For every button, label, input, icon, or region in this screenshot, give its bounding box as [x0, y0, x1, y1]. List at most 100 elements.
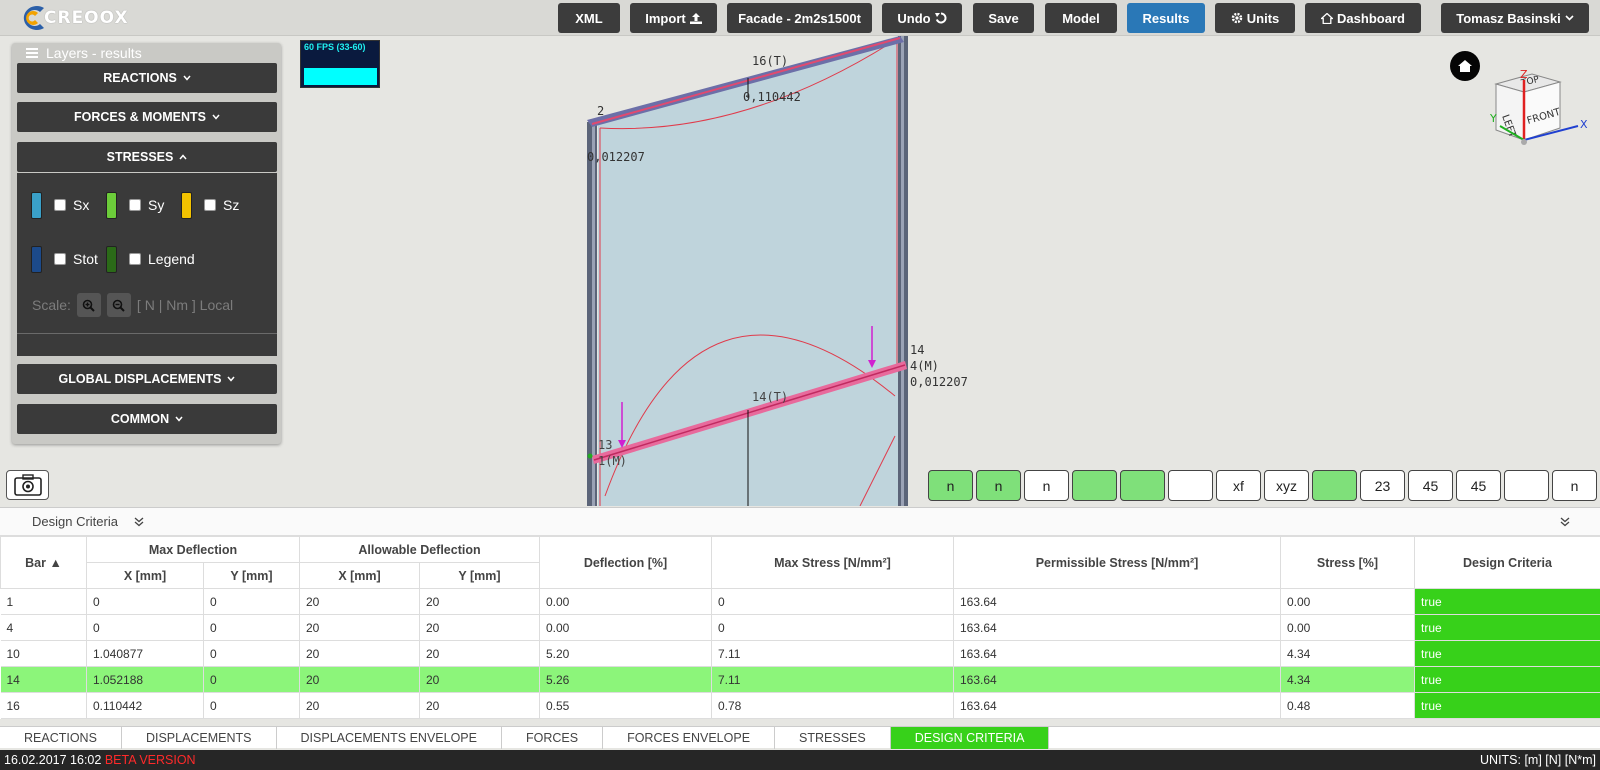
view-cube[interactable]: TOP LEFT FRONT X Y Z: [1490, 66, 1590, 156]
model-label-bar14: 14(T): [752, 390, 789, 404]
col-max-def-x[interactable]: X [mm]: [86, 562, 204, 589]
sx-checkbox[interactable]: [54, 199, 66, 211]
table-row[interactable]: 16 0.110442 0 20 20 0.55 0.78 163.64 0.48 true: [0, 692, 1600, 719]
sy-checkbox[interactable]: [129, 199, 141, 211]
tab-forces[interactable]: FORCES: [502, 727, 604, 749]
legend-label: Legend: [148, 251, 195, 267]
tab-displacements[interactable]: DISPLACEMENTS: [122, 727, 277, 749]
model-label: Model: [1062, 10, 1100, 26]
save-button[interactable]: Save: [973, 3, 1034, 33]
user-menu-button[interactable]: Tomasz Basinski: [1441, 3, 1589, 33]
load-values-icon: 23: [1374, 477, 1391, 494]
bar-numbers-toggle[interactable]: n: [976, 470, 1021, 501]
results-button[interactable]: Results: [1127, 3, 1205, 33]
stot-color-swatch: [31, 246, 42, 273]
expand-panel-icon[interactable]: [1560, 517, 1570, 527]
table-row[interactable]: 1 0 0 20 20 0.00 0 163.64 0.00 true: [0, 588, 1600, 615]
table-cell: 0.48: [1280, 692, 1415, 719]
model-label-node13: 13: [598, 438, 613, 452]
dashboard-button[interactable]: Dashboard: [1305, 3, 1421, 33]
axis-x-label: X: [1580, 118, 1588, 131]
plate-numbers-toggle[interactable]: n: [1024, 470, 1069, 501]
sz-checkbox[interactable]: [204, 199, 216, 211]
scale-units-hint: [ N | Nm ] Local: [136, 297, 234, 313]
plates-toggle[interactable]: [1072, 470, 1117, 501]
col-design-criteria[interactable]: Design Criteria: [1414, 536, 1600, 589]
tab-forces-envelope[interactable]: FORCES ENVELOPE: [603, 727, 776, 749]
model-label-node2: 2: [597, 104, 605, 118]
section-stresses[interactable]: STRESSES: [17, 142, 277, 172]
section-forces-moments[interactable]: FORCES & MOMENTS: [17, 102, 277, 132]
plate-numbers-icon: n: [1042, 477, 1051, 494]
reset-view-button[interactable]: [1450, 51, 1480, 81]
table-cell: 163.64: [953, 666, 1281, 693]
tab-displacements-envelope[interactable]: DISPLACEMENTS ENVELOPE: [277, 727, 502, 749]
support-numbers-toggle[interactable]: n: [1552, 470, 1597, 501]
dashboard-label: Dashboard: [1337, 10, 1405, 26]
col-deflection-pct[interactable]: Deflection [%]: [539, 536, 712, 589]
screenshot-button[interactable]: [6, 470, 49, 500]
section-reactions-label: REACTIONS: [103, 71, 177, 85]
loads-toggle[interactable]: [1312, 470, 1357, 501]
logo-icon: [23, 5, 44, 30]
section-reactions[interactable]: REACTIONS: [17, 63, 277, 93]
sy-color-swatch: [106, 192, 117, 219]
col-allow-def-y[interactable]: Y [mm]: [419, 562, 540, 589]
node-numbers-toggle[interactable]: n: [928, 470, 973, 501]
scale-row: Scale: [ N | Nm ] Local: [32, 293, 233, 317]
table-cell: 1: [0, 588, 87, 615]
zoom-out-button[interactable]: [106, 293, 131, 317]
table-cell: 20: [419, 588, 540, 615]
stresses-divider: [17, 333, 277, 334]
table-cell: true: [1414, 614, 1600, 641]
chevron-down-icon: [1565, 15, 1574, 21]
import-button[interactable]: Import: [630, 3, 717, 33]
local-axes-toggle[interactable]: xyz: [1264, 470, 1309, 501]
legend-checkbox[interactable]: [129, 253, 141, 265]
zoom-in-button[interactable]: [76, 293, 101, 317]
model-button[interactable]: Model: [1045, 3, 1117, 33]
sy-label: Sy: [148, 197, 165, 213]
zoom-out-icon: [113, 299, 126, 312]
table-row[interactable]: 14 1.052188 0 20 20 5.26 7.11 163.64 4.34 true: [0, 666, 1600, 693]
angle-support-icon: 45: [1470, 477, 1487, 494]
col-max-stress[interactable]: Max Stress [N/mm²]: [711, 536, 954, 589]
undo-button[interactable]: Undo: [882, 3, 962, 33]
creoox-logo[interactable]: CREOOX: [18, 2, 129, 34]
units-label: Units: [1246, 10, 1280, 26]
table-cell: 0.00: [1280, 614, 1415, 641]
tab-design-criteria[interactable]: DESIGN CRITERIA: [890, 727, 1050, 749]
units-button[interactable]: Units: [1215, 3, 1295, 33]
table-cell: 4: [0, 614, 87, 641]
col-permissible-stress[interactable]: Permissible Stress [N/mm²]: [953, 536, 1281, 589]
table-cell: 20: [419, 640, 540, 667]
collapse-icon[interactable]: [134, 517, 144, 527]
grid-toggle[interactable]: [1504, 470, 1549, 501]
tab-stresses[interactable]: STRESSES: [775, 727, 891, 749]
tab-reactions[interactable]: REACTIONS: [0, 727, 122, 749]
section-global-displacements[interactable]: GLOBAL DISPLACEMENTS: [17, 364, 277, 394]
project-name-button[interactable]: Facade - 2m2s1500t: [727, 3, 872, 33]
table-row[interactable]: 10 1.040877 0 20 20 5.20 7.11 163.64 4.34 true: [0, 640, 1600, 667]
table-cell: 0.00: [1280, 588, 1415, 615]
releases-toggle[interactable]: xf: [1216, 470, 1261, 501]
section-global-displacements-label: GLOBAL DISPLACEMENTS: [58, 372, 222, 386]
col-max-def-y[interactable]: Y [mm]: [203, 562, 300, 589]
col-bar[interactable]: Bar ▲: [0, 536, 87, 589]
xml-button[interactable]: XML: [558, 3, 620, 33]
load-values-toggle[interactable]: 23: [1360, 470, 1405, 501]
table-row[interactable]: 4 0 0 20 20 0.00 0 163.64 0.00 true: [0, 614, 1600, 641]
layers-panel-header[interactable]: Layers - results: [26, 45, 142, 61]
col-stress-pct[interactable]: Stress [%]: [1280, 536, 1415, 589]
col-allow-def-x[interactable]: X [mm]: [299, 562, 420, 589]
top-bar: CREOOX XML Import Facade - 2m2s1500t Und…: [0, 0, 1600, 36]
table-cell: 20: [419, 692, 540, 719]
table-cell: 0: [86, 588, 204, 615]
table-cell: 7.11: [711, 666, 954, 693]
stot-checkbox[interactable]: [54, 253, 66, 265]
profiles-toggle[interactable]: [1120, 470, 1165, 501]
angle-support-toggle[interactable]: 45: [1456, 470, 1501, 501]
section-common[interactable]: COMMON: [17, 404, 277, 434]
supports-toggle[interactable]: [1168, 470, 1213, 501]
angle-toggle[interactable]: 45: [1408, 470, 1453, 501]
